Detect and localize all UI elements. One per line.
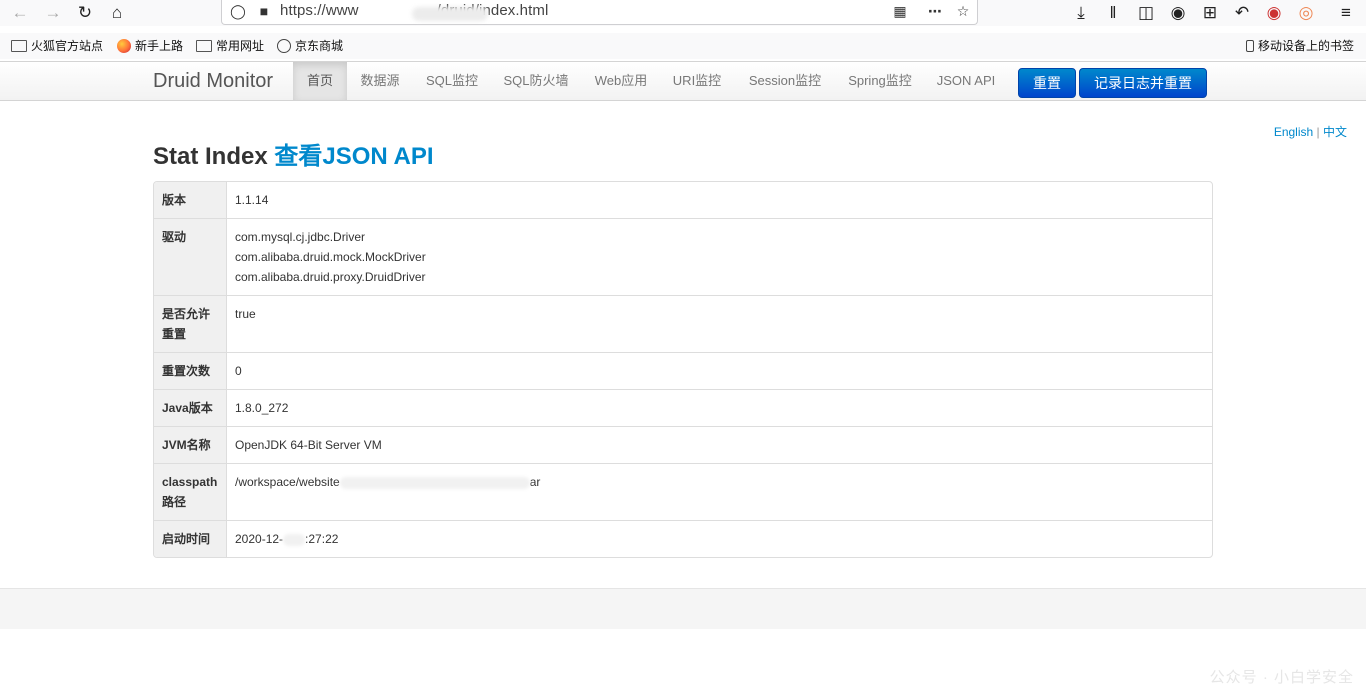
- lang-chinese-link[interactable]: 中文: [1323, 125, 1347, 139]
- url-bar[interactable]: ◯ ■ https://www/druid/index.html ▦ ⋯ ☆: [221, 0, 978, 25]
- nav-spring-monitor[interactable]: Spring监控: [842, 62, 918, 100]
- bookmark-item[interactable]: 新手上路: [117, 37, 183, 54]
- browser-toolbar: ← → ↻ ⌂ ◯ ■ https://www/druid/index.html…: [0, 0, 1366, 26]
- nav-uri-monitor[interactable]: URI监控: [666, 62, 728, 100]
- download-icon[interactable]: ⤓: [1068, 1, 1094, 25]
- row-label: 驱动: [154, 219, 227, 295]
- qr-code-icon[interactable]: ▦: [890, 1, 910, 21]
- forward-arrow-icon[interactable]: →: [40, 1, 66, 25]
- bookmarks-bar: 火狐官方站点 新手上路 常用网址 京东商城 移动设备上的书签: [0, 33, 1366, 59]
- table-row: 版本 1.1.14: [154, 182, 1212, 218]
- bookmark-item[interactable]: 常用网址: [196, 37, 264, 54]
- row-label: 启动时间: [154, 521, 227, 557]
- chrome-extension-icon[interactable]: ◎: [1293, 1, 1319, 25]
- blocker-extension-icon[interactable]: ◉: [1261, 1, 1287, 25]
- language-switch: English | 中文: [1273, 125, 1347, 139]
- nav-json-api[interactable]: JSON API: [930, 62, 1002, 100]
- druid-navbar: Druid Monitor 首页 数据源 SQL监控 SQL防火墙 Web应用 …: [0, 61, 1366, 101]
- nav-web-app[interactable]: Web应用: [586, 62, 656, 100]
- globe-icon: [277, 38, 291, 53]
- row-label: 版本: [154, 182, 227, 218]
- back-arrow-icon[interactable]: ←: [7, 1, 33, 25]
- reload-icon[interactable]: ↻: [72, 1, 98, 25]
- library-icon[interactable]: ‖: [1100, 1, 1126, 25]
- lock-icon[interactable]: ■: [254, 1, 274, 21]
- nav-sql-firewall[interactable]: SQL防火墙: [498, 62, 574, 100]
- row-label: Java版本: [154, 390, 227, 426]
- row-value: true: [235, 307, 256, 321]
- sidebar-icon[interactable]: ◫: [1133, 1, 1159, 25]
- row-label: classpath 路径: [154, 464, 227, 520]
- row-value: 1.1.14: [235, 193, 269, 207]
- row-value: OpenJDK 64-Bit Server VM: [235, 438, 382, 452]
- menu-icon[interactable]: ≡: [1333, 1, 1359, 25]
- screenshot-icon[interactable]: ⊞: [1197, 1, 1223, 25]
- bookmark-item[interactable]: 火狐官方站点: [11, 37, 103, 54]
- table-row: 启动时间 2020-12-:27:22: [154, 520, 1212, 557]
- driver-item: com.mysql.cj.jdbc.Driver: [235, 230, 366, 244]
- table-row: classpath 路径 /workspace/website ar: [154, 463, 1212, 520]
- row-value: 0: [235, 364, 242, 378]
- row-label: JVM名称: [154, 427, 227, 463]
- page-title: Stat Index 查看JSON API: [153, 143, 434, 170]
- row-label: 重置次数: [154, 353, 227, 389]
- table-row: Java版本 1.8.0_272: [154, 389, 1212, 426]
- url-text[interactable]: https://www/druid/index.html: [280, 2, 548, 21]
- nav-sql-monitor[interactable]: SQL监控: [419, 62, 485, 100]
- folder-icon: [196, 39, 212, 52]
- driver-item: com.alibaba.druid.proxy.DruidDriver: [235, 270, 426, 284]
- more-actions-icon[interactable]: ⋯: [925, 1, 945, 21]
- bookmark-item[interactable]: 京东商城: [277, 37, 343, 54]
- driver-item: com.alibaba.druid.mock.MockDriver: [235, 250, 426, 264]
- firefox-icon: [117, 38, 131, 53]
- table-row: 重置次数 0: [154, 352, 1212, 389]
- shield-icon[interactable]: ◯: [228, 1, 248, 21]
- mobile-device-icon: [1246, 39, 1254, 52]
- stat-table: 版本 1.1.14 驱动 com.mysql.cj.jdbc.Driver co…: [153, 181, 1213, 558]
- table-row: 是否允许 重置 true: [154, 295, 1212, 352]
- row-value: /workspace/website ar: [235, 475, 541, 489]
- reset-button[interactable]: 重置: [1018, 68, 1076, 98]
- lang-english-link[interactable]: English: [1274, 125, 1313, 139]
- mobile-bookmarks[interactable]: 移动设备上的书签: [1246, 37, 1354, 54]
- nav-datasource[interactable]: 数据源: [353, 62, 407, 100]
- nav-home[interactable]: 首页: [293, 62, 347, 100]
- row-label: 是否允许 重置: [154, 296, 227, 352]
- row-value: com.mysql.cj.jdbc.Driver com.alibaba.dru…: [227, 219, 1212, 295]
- nav-session-monitor[interactable]: Session监控: [742, 62, 828, 100]
- start-time-redaction: [283, 533, 306, 546]
- row-value: 2020-12-:27:22: [235, 532, 339, 546]
- table-row: JVM名称 OpenJDK 64-Bit Server VM: [154, 426, 1212, 463]
- account-icon[interactable]: ◉: [1165, 1, 1191, 25]
- undo-icon[interactable]: ↶: [1229, 1, 1255, 25]
- log-and-reset-button[interactable]: 记录日志并重置: [1079, 68, 1207, 98]
- brand[interactable]: Druid Monitor: [153, 70, 273, 93]
- url-redaction: [412, 7, 488, 21]
- table-row: 驱动 com.mysql.cj.jdbc.Driver com.alibaba.…: [154, 218, 1212, 295]
- classpath-redaction: [339, 476, 530, 489]
- view-json-api-link[interactable]: 查看JSON API: [274, 143, 433, 170]
- row-value: 1.8.0_272: [235, 401, 289, 415]
- home-icon[interactable]: ⌂: [104, 1, 130, 25]
- star-icon[interactable]: ☆: [953, 1, 973, 21]
- footer: [0, 588, 1366, 629]
- watermark: 公众号 · 小白学安全: [1209, 669, 1354, 686]
- folder-icon: [11, 39, 27, 52]
